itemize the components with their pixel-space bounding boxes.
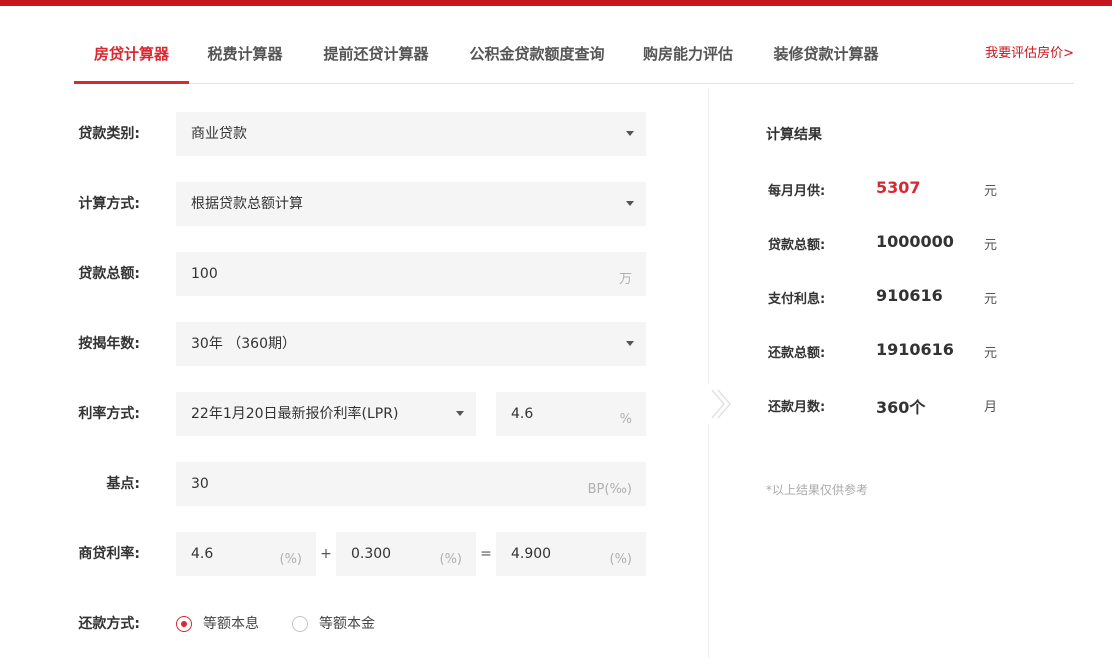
repay-equal-principal-radio[interactable]: 等额本金 — [292, 614, 392, 634]
lpr-rate-unit: % — [619, 412, 632, 427]
base-rate-unit: (%) — [279, 552, 303, 567]
tab-affordability[interactable]: 购房能力评估 — [640, 28, 736, 83]
base-rate-input[interactable]: 4.6 (%) — [176, 532, 316, 576]
loan-total-label: 贷款总额: — [78, 266, 140, 282]
calculator-tabs: 房贷计算器 税费计算器 提前还贷计算器 公积金贷款额度查询 购房能力评估 装修贷… — [74, 28, 1074, 84]
repay-method-label: 还款方式: — [78, 616, 140, 632]
interest-unit: 元 — [984, 292, 998, 307]
repay-equal-installment-radio[interactable]: 等额本息 — [176, 614, 276, 634]
result-rate-input[interactable]: 4.900 (%) — [496, 532, 646, 576]
repay-months-value: 360个 — [876, 398, 926, 417]
dropdown-caret-icon — [456, 411, 464, 416]
loan-type-label: 贷款类别: — [78, 126, 140, 142]
dropdown-caret-icon — [626, 341, 634, 346]
monthly-payment-unit: 元 — [984, 184, 998, 199]
loan-total-input[interactable]: 100 万 — [176, 252, 646, 296]
radio-unchecked-icon — [292, 616, 308, 632]
total-repay-unit: 元 — [984, 346, 998, 361]
repay-option-label: 等额本金 — [319, 616, 375, 632]
equals-sign: = — [480, 546, 492, 562]
base-rate-value: 4.6 — [191, 546, 214, 562]
repay-option-label: 等额本息 — [203, 616, 259, 632]
interest-label: 支付利息: — [768, 292, 826, 307]
result-rate-unit: (%) — [609, 552, 633, 567]
calc-method-label: 计算方式: — [78, 196, 140, 212]
add-rate-value: 0.300 — [351, 546, 392, 562]
bp-value: 30 — [191, 476, 209, 492]
evaluate-price-link[interactable]: 我要评估房价> — [985, 28, 1074, 83]
tab-mortgage-calculator[interactable]: 房贷计算器 — [74, 28, 189, 84]
loan-type-value: 商业贷款 — [191, 126, 247, 142]
calc-method-select[interactable]: 根据贷款总额计算 — [176, 182, 646, 226]
loan-amount-value: 1000000 — [876, 232, 954, 251]
add-rate-input[interactable]: 0.300 (%) — [336, 532, 476, 576]
total-repay-label: 还款总额: — [768, 346, 826, 361]
tab-tax-calculator[interactable]: 税费计算器 — [204, 28, 286, 83]
total-repay-value: 1910616 — [876, 340, 954, 359]
radio-checked-icon — [176, 616, 192, 632]
loan-total-value: 100 — [191, 266, 218, 282]
calc-method-value: 根据贷款总额计算 — [191, 196, 303, 212]
panel-divider — [708, 88, 709, 658]
result-rate-value: 4.900 — [511, 546, 552, 562]
rate-method-label: 利率方式: — [78, 406, 140, 422]
result-title: 计算结果 — [766, 127, 822, 143]
commercial-rate-label: 商贷利率: — [78, 546, 140, 562]
loan-total-unit: 万 — [618, 272, 632, 287]
lpr-rate-input[interactable]: 4.6 % — [496, 392, 646, 436]
tab-prepayment-calculator[interactable]: 提前还贷计算器 — [320, 28, 432, 83]
monthly-payment-label: 每月月供: — [768, 184, 826, 199]
result-disclaimer: *以上结果仅供参考 — [766, 483, 869, 497]
bp-input[interactable]: 30 BP(‰) — [176, 462, 646, 506]
rate-method-value: 22年1月20日最新报价利率(LPR) — [191, 406, 399, 422]
rate-method-select[interactable]: 22年1月20日最新报价利率(LPR) — [176, 392, 476, 436]
bp-unit: BP(‰) — [587, 482, 632, 497]
years-label: 按揭年数: — [78, 336, 140, 352]
tab-housing-fund-quota[interactable]: 公积金贷款额度查询 — [466, 28, 608, 83]
add-rate-unit: (%) — [439, 552, 463, 567]
monthly-payment-value: 5307 — [876, 178, 921, 197]
years-select[interactable]: 30年 （360期） — [176, 322, 646, 366]
tab-renovation-loan[interactable]: 装修贷款计算器 — [770, 28, 882, 83]
bp-label: 基点: — [106, 476, 140, 492]
loan-amount-label: 贷款总额: — [768, 238, 826, 253]
dropdown-caret-icon — [626, 131, 634, 136]
plus-sign: + — [320, 546, 332, 562]
loan-type-select[interactable]: 商业贷款 — [176, 112, 646, 156]
chevron-right-icon — [706, 384, 736, 424]
repay-months-unit: 月 — [984, 400, 998, 415]
lpr-rate-value: 4.6 — [511, 406, 534, 422]
loan-amount-unit: 元 — [984, 238, 998, 253]
interest-value: 910616 — [876, 286, 943, 305]
repay-months-label: 还款月数: — [768, 400, 826, 415]
top-accent-bar — [0, 0, 1112, 6]
dropdown-caret-icon — [626, 201, 634, 206]
years-value: 30年 （360期） — [191, 336, 296, 352]
